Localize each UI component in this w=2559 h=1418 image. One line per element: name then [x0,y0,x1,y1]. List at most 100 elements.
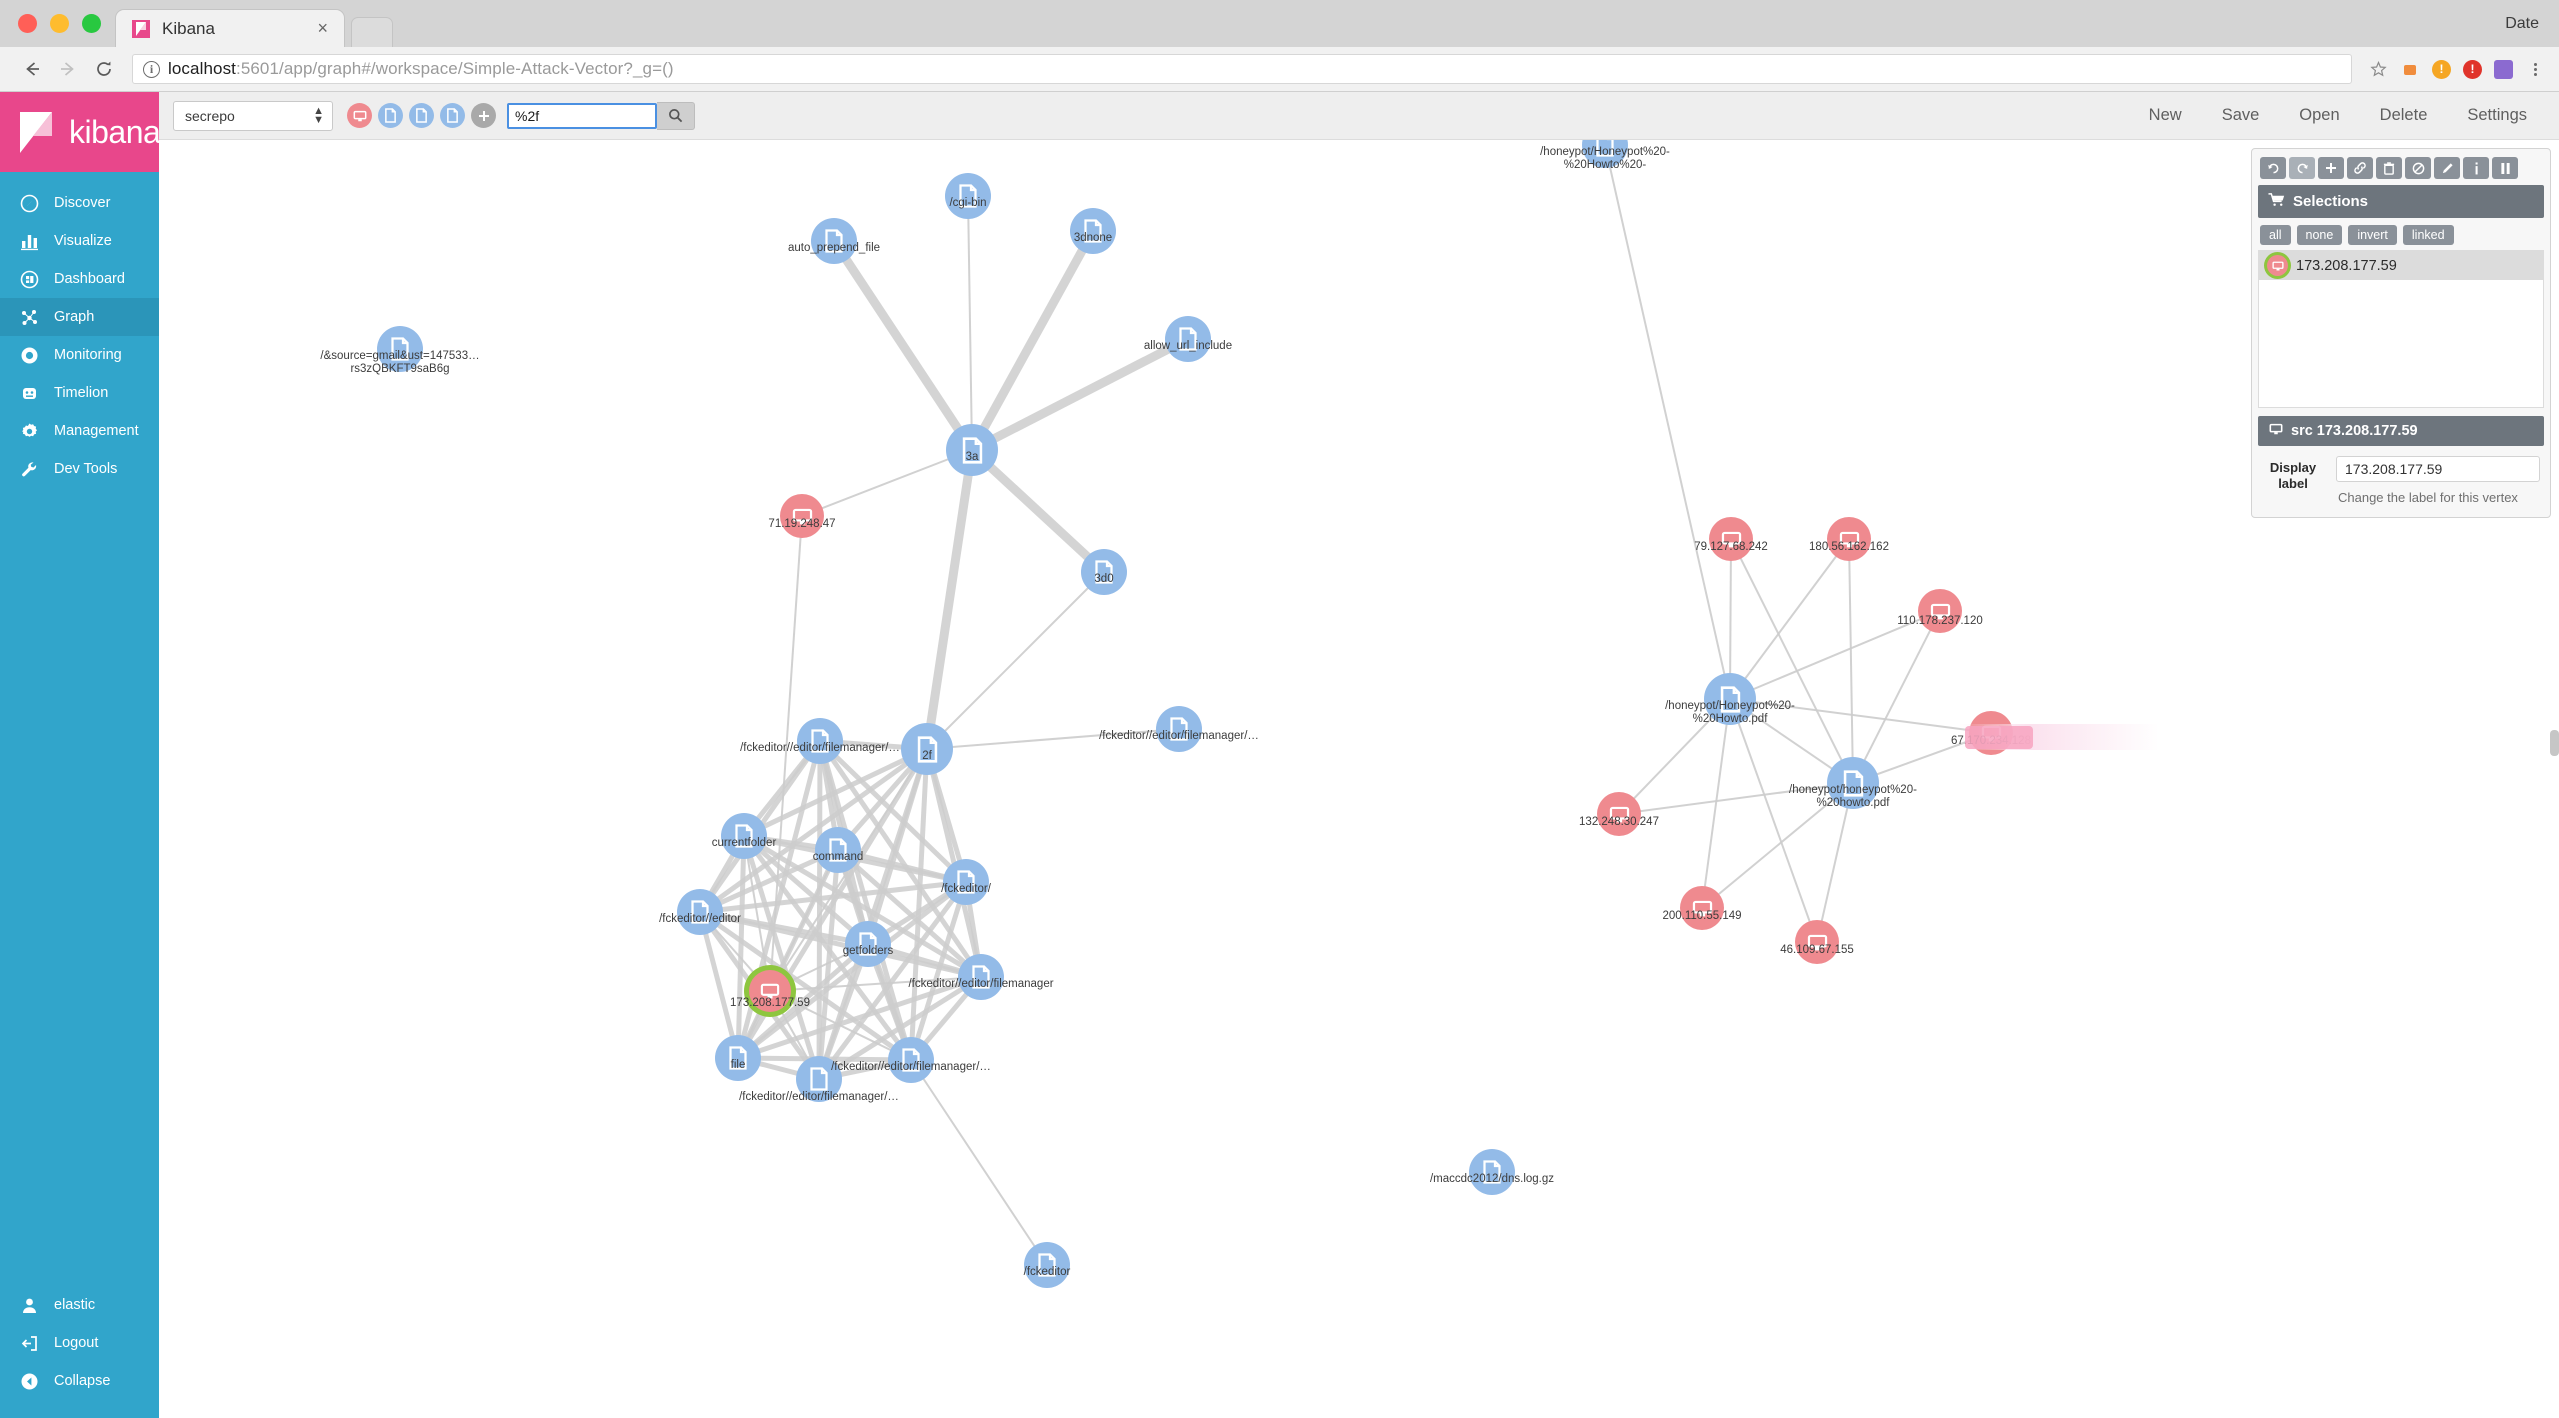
graph-node[interactable]: 180.56.162.162 [1809,517,1889,561]
sidebar-item-dashboard[interactable]: Dashboard [0,260,159,298]
graph-node[interactable]: /&source=gmail&ust=147533… rs3zQBKFT9saB… [320,326,480,375]
src-field-pill[interactable] [347,103,372,128]
graph-canvas[interactable]: /&source=gmail&ust=147533… rs3zQBKFT9saB… [159,140,2559,1418]
sidebar-item-timelion[interactable]: Timelion [0,374,159,412]
graph-node[interactable]: /fckeditor/ [941,859,991,905]
delete-workspace-link[interactable]: Delete [2380,106,2428,125]
graph-node[interactable]: /honeypot/Honeypot%20- %20Howto.pdf [1665,673,1795,725]
graph-node[interactable]: 110.178.237.120 [1897,589,1983,633]
graph-node[interactable]: getfolders [843,921,893,967]
bookmark-star-icon[interactable] [2368,59,2388,79]
expand-selection-button[interactable] [2318,157,2344,179]
sidebar-item-dev-tools[interactable]: Dev Tools [0,450,159,488]
add-field-pill[interactable] [471,103,496,128]
graph-node[interactable]: allow_url_include [1144,316,1232,362]
url-field-pill-2[interactable] [409,103,434,128]
browser-tab-kibana[interactable]: Kibana × [115,9,345,47]
graph-node[interactable]: /honeypot/honeypot%20- %20howto.pdf [1789,757,1917,809]
graph-edge[interactable] [926,728,1180,750]
info-button[interactable] [2463,157,2489,179]
sidebar-item-discover[interactable]: Discover [0,184,159,222]
maximize-window-button[interactable] [82,14,101,33]
window-controls[interactable] [12,0,115,47]
graph-node[interactable]: auto_prepend_file [788,218,880,264]
sidebar-item-monitoring[interactable]: Monitoring [0,336,159,374]
graph-edge[interactable] [1618,782,1854,815]
search-input[interactable] [507,102,657,129]
graph-node[interactable]: /honeypot/Honeypot%20- %20Howto%20- [1540,140,1670,171]
graph-edge[interactable] [830,238,976,453]
graph-node[interactable]: file [715,1035,761,1081]
graph-node[interactable]: 71.19.248.47 [768,494,836,538]
new-tab-button[interactable] [351,17,393,47]
block-button[interactable] [2405,157,2431,179]
graph-node[interactable]: 2f [901,723,953,775]
graph-node[interactable]: /maccdc2012/dns.log.gz [1430,1149,1554,1195]
graph-node[interactable]: 132.248.30.247 [1579,792,1659,836]
extension-puzzle-icon[interactable] [2400,59,2420,79]
graph-edge[interactable] [910,1059,1048,1266]
sidebar-item-elastic-user[interactable]: elastic [0,1286,159,1324]
sidebar-item-visualize[interactable]: Visualize [0,222,159,260]
sidebar-item-collapse[interactable]: Collapse [0,1362,159,1400]
graph-edge[interactable] [967,195,973,451]
graph-node[interactable]: /fckeditor//editor/filemanager/… [739,1056,899,1103]
redo-button[interactable] [2289,157,2315,179]
sidebar-item-logout[interactable]: Logout [0,1324,159,1362]
select-all-button[interactable]: all [2260,225,2291,245]
graph-node[interactable]: /fckeditor//editor/filemanager [908,954,1054,1000]
delete-button[interactable] [2376,157,2402,179]
search-submit-button[interactable] [657,101,695,130]
select-linked-button[interactable]: linked [2402,225,2454,245]
vertical-scrollbar-thumb[interactable] [2550,730,2559,756]
index-pattern-select[interactable]: secrepo ▲ ▼ [173,100,333,131]
url-input[interactable]: i localhost:5601/app/graph#/workspace/Si… [132,54,2352,84]
open-workspace-link[interactable]: Open [2299,106,2339,125]
overflow-menu-icon[interactable] [2525,59,2545,79]
graph-node[interactable]: /fckeditor//editor/filemanager/… [831,1037,991,1083]
kibana-logo[interactable]: kibana [0,92,161,172]
extension-badge-red-icon[interactable]: ! [2463,59,2482,79]
graph-node[interactable]: /cgi-bin [945,173,991,219]
graph-node[interactable]: 3dnone [1070,208,1116,254]
pause-layout-button[interactable] [2492,157,2518,179]
graph-node[interactable]: currentfolder [712,813,776,859]
graph-edge[interactable] [1701,698,1731,909]
graph-node[interactable]: 3a [946,424,998,476]
graph-edge[interactable] [735,835,747,1059]
graph-node[interactable]: /fckeditor//editor/filemanager/… [1099,706,1259,752]
graph-node[interactable]: 46.109.67.155 [1780,920,1854,964]
graph-node[interactable]: 79.127.68.242 [1694,517,1768,561]
style-brush-button[interactable] [2434,157,2460,179]
close-window-button[interactable] [18,14,37,33]
site-info-icon[interactable]: i [143,60,160,78]
graph-edge[interactable] [1730,538,1854,784]
graph-node[interactable]: /fckeditor//editor [659,889,741,935]
url-field-pill-1[interactable] [378,103,403,128]
graph-edge[interactable] [1729,698,1818,943]
new-workspace-link[interactable]: New [2149,106,2182,125]
graph-edge[interactable] [922,449,977,750]
extension-badge-orange-icon[interactable]: ! [2432,59,2451,79]
close-icon[interactable]: × [313,18,332,39]
select-invert-button[interactable]: invert [2348,225,2397,245]
back-arrow-icon[interactable] [14,51,50,87]
sidebar-item-graph[interactable]: Graph [0,298,159,336]
settings-link[interactable]: Settings [2467,106,2527,125]
graph-edge[interactable] [1729,698,1992,734]
display-label-input[interactable] [2336,456,2540,482]
graph-node[interactable]: /fckeditor//editor/filemanager/… [740,718,900,764]
link-button[interactable] [2347,157,2373,179]
graph-node[interactable]: /fckeditor [1024,1242,1070,1288]
undo-button[interactable] [2260,157,2286,179]
url-field-pill-3[interactable] [440,103,465,128]
graph-node[interactable]: 3d0 [1081,549,1127,595]
minimize-window-button[interactable] [50,14,69,33]
graph-node[interactable]: 173.208.177.59 [730,970,810,1012]
save-workspace-link[interactable]: Save [2222,106,2260,125]
graph-node[interactable]: 200.110.55.149 [1662,886,1742,930]
graph-edge[interactable] [1848,538,1854,784]
graph-edge[interactable] [1604,144,1731,700]
graph-node[interactable]: command [813,827,863,873]
reload-icon[interactable] [86,51,122,87]
